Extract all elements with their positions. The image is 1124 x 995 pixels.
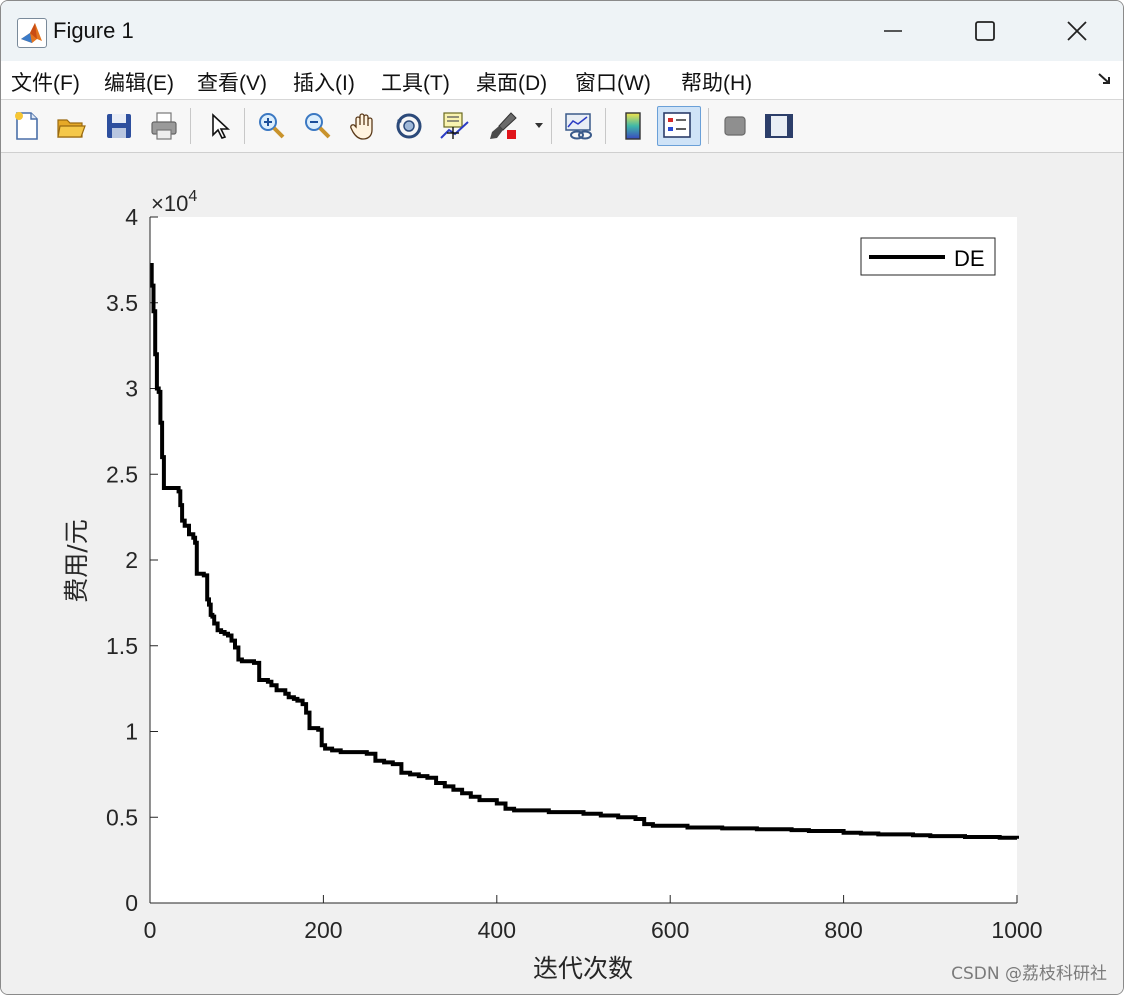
legend-button[interactable] xyxy=(657,106,701,146)
x-axis-label: 迭代次数 xyxy=(533,954,633,983)
rotate-3d-button[interactable] xyxy=(391,108,427,144)
toolbar-separator xyxy=(244,108,245,144)
menu-tools[interactable]: 工具(T) xyxy=(381,67,450,97)
y-tick-label: 3 xyxy=(125,376,138,402)
toolbar-separator xyxy=(551,108,552,144)
maximize-icon xyxy=(975,21,995,41)
brush-icon xyxy=(490,112,517,139)
x-tick-label: 800 xyxy=(824,917,862,943)
toolbar-separator xyxy=(708,108,709,144)
legend-icon xyxy=(663,112,691,138)
zoom-out-button[interactable] xyxy=(299,108,335,144)
menu-help[interactable]: 帮助(H) xyxy=(681,67,752,97)
new-figure-button[interactable] xyxy=(9,108,45,144)
menu-view[interactable]: 查看(V) xyxy=(197,67,267,97)
legend[interactable]: DE xyxy=(860,237,996,276)
menu-desktop[interactable]: 桌面(D) xyxy=(476,67,547,97)
y-tick-label: 1.5 xyxy=(106,633,138,659)
link-plot-button[interactable] xyxy=(561,108,597,144)
data-cursor-icon xyxy=(440,112,469,139)
toolbar-separator xyxy=(190,108,191,144)
legend-label-DE: DE xyxy=(954,246,985,271)
pan-button[interactable] xyxy=(345,108,381,144)
close-button[interactable] xyxy=(1031,1,1123,61)
menu-bar: 文件(F) 编辑(E) 查看(V) 插入(I) 工具(T) 桌面(D) 窗口(W… xyxy=(1,61,1123,100)
y-tick-label: 0.5 xyxy=(106,804,138,830)
pointer-button[interactable] xyxy=(201,108,237,144)
menu-edit[interactable]: 编辑(E) xyxy=(104,67,174,97)
brush-button[interactable] xyxy=(485,108,521,144)
zoom-out-icon xyxy=(305,113,331,139)
figure-canvas[interactable]: 0 200 400 600 800 1000 0 0.5 1 1.5 2 2.5 3 3.5 4 ×104 … xyxy=(1,153,1123,994)
y-tick-label: 2 xyxy=(125,547,138,573)
link-plot-icon xyxy=(565,113,592,140)
new-figure-icon xyxy=(15,112,38,140)
figure-window: Figure 1 文件(F) 编辑(E) 查看(V) 插入(I) 工具(T) 桌… xyxy=(0,0,1124,995)
zoom-in-icon xyxy=(259,113,285,139)
menu-insert[interactable]: 插入(I) xyxy=(293,67,355,97)
close-icon xyxy=(1067,21,1087,41)
colorbar-icon xyxy=(625,112,641,140)
x-tick-label: 0 xyxy=(144,917,157,943)
show-plot-tools-button[interactable] xyxy=(761,108,797,144)
y-tick-label: 0 xyxy=(125,890,138,916)
save-icon xyxy=(107,114,131,138)
hide-plot-tools-button[interactable] xyxy=(717,108,753,144)
pointer-icon xyxy=(212,113,231,139)
data-cursor-button[interactable] xyxy=(437,108,473,144)
print-icon xyxy=(151,112,177,140)
zoom-in-button[interactable] xyxy=(253,108,289,144)
colorbar-button[interactable] xyxy=(615,108,651,144)
menu-file[interactable]: 文件(F) xyxy=(11,67,80,97)
y-exponent-label: ×104 xyxy=(151,188,197,216)
title-bar[interactable]: Figure 1 xyxy=(1,1,1123,61)
maximize-button[interactable] xyxy=(939,1,1031,61)
y-tick-label: 1 xyxy=(125,719,138,745)
dock-arrow-icon[interactable] xyxy=(1097,71,1113,87)
pan-icon xyxy=(350,113,373,140)
x-tick-label: 1000 xyxy=(991,917,1042,943)
matlab-icon xyxy=(17,18,47,48)
figure-toolbar xyxy=(1,100,1123,153)
print-button[interactable] xyxy=(146,108,182,144)
y-axis-label: 费用/元 xyxy=(62,519,91,602)
toolbar-separator xyxy=(605,108,606,144)
open-file-button[interactable] xyxy=(53,108,89,144)
x-tick-label: 600 xyxy=(651,917,689,943)
hide-plot-tools-icon xyxy=(724,116,746,136)
rotate-3d-icon xyxy=(396,113,422,139)
x-tick-label: 200 xyxy=(304,917,342,943)
minimize-button[interactable] xyxy=(847,1,939,61)
save-button[interactable] xyxy=(101,108,137,144)
window-title: Figure 1 xyxy=(53,18,134,43)
open-file-icon xyxy=(57,119,86,138)
show-plot-tools-icon xyxy=(765,114,793,138)
watermark: CSDN @荔枝科研社 xyxy=(951,964,1107,984)
y-tick-label: 2.5 xyxy=(106,461,138,487)
brush-dropdown-icon[interactable] xyxy=(534,122,544,130)
minimize-icon xyxy=(884,30,902,32)
y-tick-label: 4 xyxy=(125,204,138,230)
menu-window[interactable]: 窗口(W) xyxy=(575,67,651,97)
x-tick-label: 400 xyxy=(478,917,516,943)
y-tick-label: 3.5 xyxy=(106,290,138,316)
line-chart: 0 200 400 600 800 100000.511.522.533.54 ×104 … xyxy=(62,188,1043,983)
axes-background xyxy=(150,217,1017,903)
